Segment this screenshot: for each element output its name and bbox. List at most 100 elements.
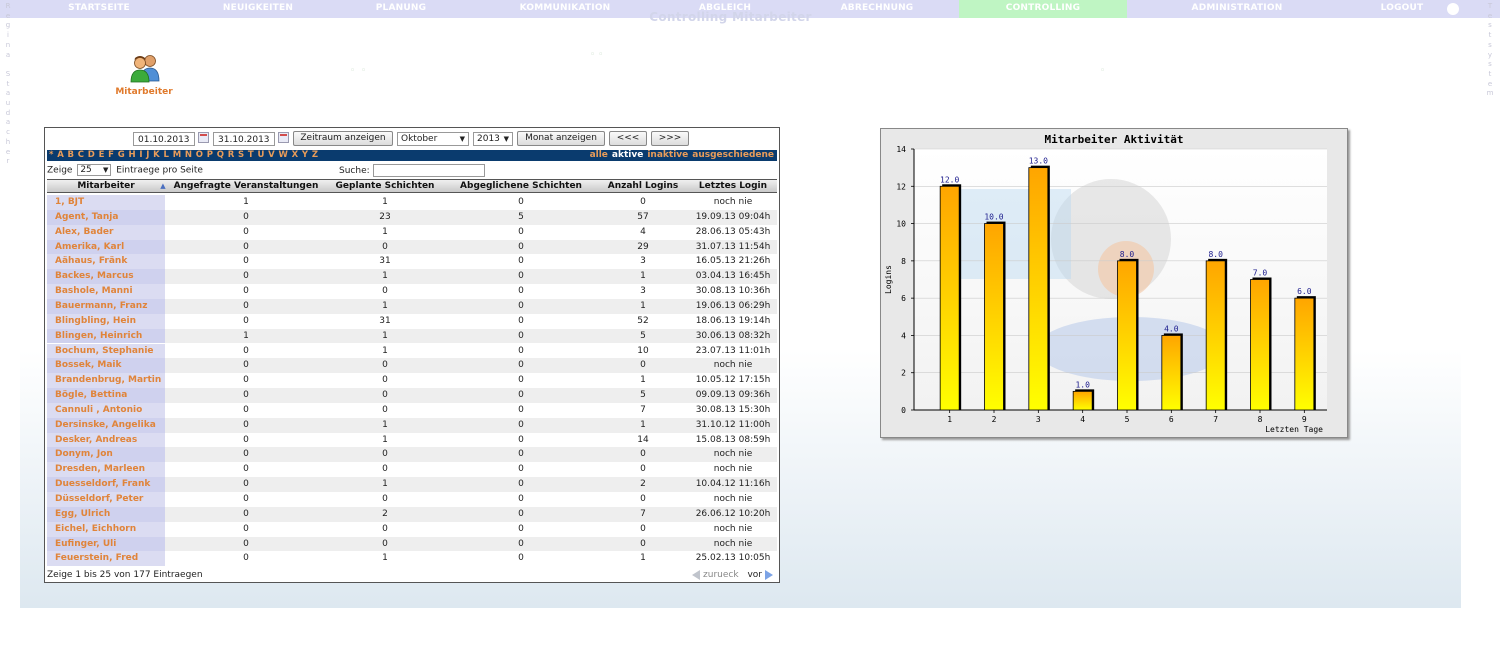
table-row[interactable]: Aähaus, Fränk 0 31 0 3 16.05.13 21:26h: [47, 254, 777, 270]
search-input[interactable]: [373, 164, 485, 177]
employee-name-link[interactable]: Blingen, Heinrich: [47, 328, 165, 344]
employee-name-link[interactable]: Alex, Bader: [47, 224, 165, 240]
employee-name-link[interactable]: Amerika, Karl: [47, 239, 165, 255]
length-prefix: Zeige: [47, 165, 73, 176]
employee-name-link[interactable]: Agent, Tanja: [47, 209, 165, 225]
status-filter-alle[interactable]: alle: [590, 150, 608, 160]
employee-name-link[interactable]: Brandenbrug, Martin: [47, 373, 165, 389]
table-row[interactable]: Bauermann, Franz 0 1 0 1 19.06.13 06:29h: [47, 298, 777, 314]
x-tick-label: 7: [1213, 415, 1218, 424]
next-month-button[interactable]: >>>: [651, 131, 689, 146]
arrow-left-icon[interactable]: [692, 569, 701, 580]
employee-name-link[interactable]: 1, BJT: [47, 195, 165, 210]
table-row[interactable]: Bochum, Stephanie 0 1 0 10 23.07.13 11:01h: [47, 343, 777, 359]
table-row[interactable]: Duesseldorf, Frank 0 1 0 2 10.04.12 11:16h: [47, 477, 777, 492]
mitarbeiter-link[interactable]: Mitarbeiter: [100, 87, 188, 97]
table-row[interactable]: Eufinger, Uli 0 0 0 0 noch nie: [47, 536, 777, 552]
side-letter: t: [6, 79, 10, 88]
table-cell: 0: [518, 523, 524, 534]
employee-name-link[interactable]: Eufinger, Uli: [47, 536, 165, 552]
table-row[interactable]: Backes, Marcus 0 1 0 1 03.04.13 16:45h: [47, 269, 777, 285]
date-to-input[interactable]: 31.10.2013: [213, 132, 275, 146]
arrow-right-icon[interactable]: [765, 569, 773, 580]
employee-name-link[interactable]: Desker, Andreas: [47, 432, 165, 448]
employee-name-link[interactable]: Bochum, Stephanie: [47, 343, 165, 359]
employee-name-link[interactable]: Duesseldorf, Frank: [47, 477, 165, 492]
employee-name-link[interactable]: Backes, Marcus: [47, 269, 165, 285]
column-header-logins[interactable]: Anzahl Logins: [599, 180, 687, 192]
employee-name-link[interactable]: Eichel, Eichhorn: [47, 521, 165, 537]
employee-name-link[interactable]: Bögle, Bettina: [47, 388, 165, 403]
status-filter-aktive[interactable]: aktive: [612, 150, 643, 160]
table-row[interactable]: Donym, Jon 0 0 0 0 noch nie: [47, 447, 777, 463]
previous-page-link[interactable]: zurueck: [703, 570, 739, 580]
status-filter-inaktive[interactable]: inaktive: [647, 150, 688, 160]
column-header-mitarbeiter[interactable]: Mitarbeiter: [47, 180, 165, 192]
employee-name-link[interactable]: Dresden, Marleen: [47, 462, 165, 478]
column-header-geplante[interactable]: Geplante Schichten: [329, 180, 441, 192]
employee-name-link[interactable]: Donym, Jon: [47, 447, 165, 463]
table-cell: 0: [518, 345, 524, 356]
calendar-icon[interactable]: [278, 132, 289, 143]
table-row[interactable]: Dersinske, Angelika 0 1 0 1 31.10.12 11:00h: [47, 417, 777, 433]
table-row[interactable]: Feuerstein, Fred 0 1 0 1 25.02.13 10:05h: [47, 551, 777, 567]
table-row[interactable]: Amerika, Karl 0 0 0 29 31.07.13 11:54h: [47, 239, 777, 255]
employee-name-link[interactable]: Blingbling, Hein: [47, 313, 165, 329]
table-row[interactable]: Desker, Andreas 0 1 0 14 15.08.13 08:59h: [47, 432, 777, 448]
column-header-letztes-login[interactable]: Letztes Login: [689, 180, 777, 192]
column-header-angefragte[interactable]: Angefragte Veranstaltungen: [167, 180, 325, 192]
letter-filter[interactable]: * A B C D E F G H I J K L M N O P Q R S …: [49, 150, 318, 161]
table-row[interactable]: Agent, Tanja 0 23 5 57 19.09.13 09:04h: [47, 209, 777, 225]
table-cell: 0: [518, 508, 524, 519]
x-tick-label: 9: [1302, 415, 1307, 424]
employee-name-link[interactable]: Düsseldorf, Peter: [47, 492, 165, 507]
employee-name-link[interactable]: Bossek, Maik: [47, 358, 165, 374]
column-header-abgeglichene[interactable]: Abgeglichene Schichten: [443, 180, 599, 192]
employee-name-link[interactable]: Feuerstein, Fred: [47, 551, 165, 567]
date-from-input[interactable]: 01.10.2013: [133, 132, 195, 146]
table-row[interactable]: Bashole, Manni 0 0 0 3 30.08.13 10:36h: [47, 284, 777, 299]
table-footer: Zeige 1 bis 25 von 177 Eintraegen zuruec…: [47, 569, 777, 581]
calendar-icon[interactable]: [198, 132, 209, 143]
next-page-link[interactable]: vor: [747, 570, 762, 580]
table-row[interactable]: 1, BJT 1 1 0 0 noch nie: [47, 195, 777, 210]
employee-name-link[interactable]: Bashole, Manni: [47, 284, 165, 299]
table-row[interactable]: Brandenbrug, Martin 0 0 0 1 10.05.12 17:15h: [47, 373, 777, 389]
year-select[interactable]: 2013 ▼: [473, 132, 513, 146]
table-cell: 0: [518, 300, 524, 311]
table-cell: 1: [640, 375, 646, 386]
table-row[interactable]: Düsseldorf, Peter 0 0 0 0 noch nie: [47, 492, 777, 507]
bar-value-label: 12.0: [940, 175, 959, 184]
monat-anzeigen-button[interactable]: Monat anzeigen: [517, 131, 605, 146]
table-cell: 0: [243, 449, 249, 460]
status-filter-ausgeschiedene[interactable]: ausgeschiedene: [692, 150, 774, 160]
bar: [1294, 297, 1315, 411]
table-row[interactable]: Cannuli , Antonio 0 0 0 7 30.08.13 15:30h: [47, 402, 777, 418]
employee-name-link[interactable]: Aähaus, Fränk: [47, 254, 165, 270]
employee-table-widget: 01.10.2013 31.10.2013 Zeitraum anzeigen …: [44, 127, 780, 583]
search-label: Suche:: [339, 166, 370, 176]
table-cell: 0: [518, 375, 524, 386]
zeitraum-anzeigen-button[interactable]: Zeitraum anzeigen: [293, 131, 393, 146]
page-length-select[interactable]: 25 ▼: [77, 164, 112, 176]
employee-name-link[interactable]: Cannuli , Antonio: [47, 402, 165, 418]
table-row[interactable]: Egg, Ulrich 0 2 0 7 26.06.12 10:20h: [47, 506, 777, 522]
table-row[interactable]: Alex, Bader 0 1 0 4 28.06.13 05:43h: [47, 224, 777, 240]
side-letter: t: [1488, 31, 1492, 40]
table-row[interactable]: Eichel, Eichhorn 0 0 0 0 noch nie: [47, 521, 777, 537]
bar: [1072, 390, 1093, 411]
month-select[interactable]: Oktober ▼: [397, 132, 469, 146]
bar-value-label: 8.0: [1120, 250, 1135, 259]
table-row[interactable]: Blingbling, Hein 0 31 0 52 18.06.13 19:14h: [47, 313, 777, 329]
table-row[interactable]: Bögle, Bettina 0 0 0 5 09.09.13 09:36h: [47, 388, 777, 403]
table-cell: 0: [518, 404, 524, 415]
table-row[interactable]: Bossek, Maik 0 0 0 0 noch nie: [47, 358, 777, 374]
table-row[interactable]: Blingen, Heinrich 1 1 0 5 30.06.13 08:32h: [47, 328, 777, 344]
employee-name-link[interactable]: Dersinske, Angelika: [47, 417, 165, 433]
employee-name-link[interactable]: Egg, Ulrich: [47, 506, 165, 522]
users-icon[interactable]: [128, 53, 162, 83]
table-row[interactable]: Dresden, Marleen 0 0 0 0 noch nie: [47, 462, 777, 478]
table-cell: 0: [518, 315, 524, 326]
employee-name-link[interactable]: Bauermann, Franz: [47, 298, 165, 314]
previous-month-button[interactable]: <<<: [609, 131, 647, 146]
